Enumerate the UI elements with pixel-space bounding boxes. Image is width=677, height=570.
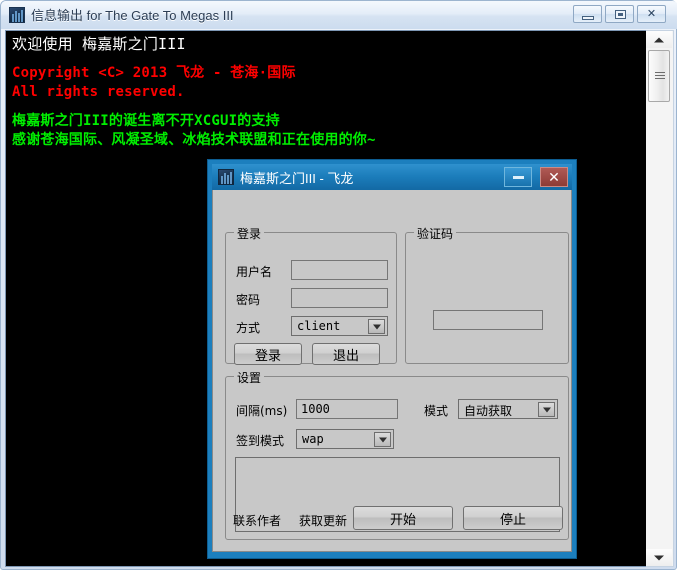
login-group-title: 登录 — [234, 225, 265, 242]
method-value: client — [297, 319, 341, 333]
console-line: Copyright <C> 2013 飞龙 - 苍海·国际 — [12, 65, 296, 81]
scroll-down-icon[interactable] — [646, 549, 672, 566]
app-tower-icon — [9, 7, 25, 23]
captcha-groupbox: 验证码 — [405, 225, 569, 364]
dialog-close-button[interactable]: ✕ — [540, 167, 568, 187]
username-label: 用户名 — [236, 265, 273, 279]
checkin-select[interactable]: wap — [296, 429, 394, 449]
console-line: 梅嘉斯之门III的诞生离不开XCGUI的支持 — [12, 113, 280, 129]
mode-value: 自动获取 — [464, 404, 513, 418]
maximize-icon — [615, 10, 626, 19]
exit-button-label: 退出 — [332, 348, 359, 364]
start-button-label: 开始 — [389, 512, 416, 528]
settings-group-title: 设置 — [234, 369, 265, 386]
console-scrollbar[interactable] — [646, 30, 674, 567]
close-icon: ✕ — [548, 168, 560, 185]
login-button[interactable]: 登录 — [234, 343, 302, 365]
checkin-label: 签到模式 — [236, 434, 285, 448]
get-update-link[interactable]: 获取更新 — [299, 512, 347, 529]
mode-select[interactable]: 自动获取 — [458, 399, 558, 419]
minimize-icon — [512, 175, 524, 179]
contact-author-link[interactable]: 联系作者 — [233, 512, 281, 529]
stop-button-label: 停止 — [499, 512, 526, 528]
chevron-down-icon[interactable] — [374, 432, 391, 447]
window-maximize-button[interactable] — [605, 5, 634, 23]
app-tower-icon — [218, 169, 234, 185]
close-icon: ✕ — [646, 7, 657, 20]
window-title: 信息输出 for The Gate To Megas III — [31, 8, 234, 23]
console-line: 感谢苍海国际、风凝圣域、冰焰技术联盟和正在使用的你~ — [12, 132, 376, 148]
console-line: 欢迎使用 梅嘉斯之门III — [12, 35, 186, 53]
exit-button[interactable]: 退出 — [312, 343, 380, 365]
window-minimize-button[interactable] — [573, 5, 602, 23]
mode-label: 模式 — [424, 404, 449, 418]
dialog-titlebar[interactable]: 梅嘉斯之门III - 飞龙 ✕ — [212, 164, 572, 190]
password-label: 密码 — [236, 293, 261, 307]
username-input[interactable] — [291, 260, 388, 280]
interval-label: 间隔(ms) — [236, 404, 288, 418]
method-label: 方式 — [236, 321, 261, 335]
dialog-body: 登录 用户名 密码 方式 client 登录 退出 验证码 设置 间隔(ms) … — [212, 190, 572, 552]
console-line: All rights reserved. — [12, 84, 185, 100]
minimize-icon — [582, 16, 594, 20]
chevron-down-icon[interactable] — [368, 319, 385, 334]
window-close-button[interactable]: ✕ — [637, 5, 666, 23]
login-groupbox: 登录 用户名 密码 方式 client 登录 退出 — [225, 225, 397, 365]
login-button-label: 登录 — [254, 348, 281, 364]
method-select[interactable]: client — [291, 316, 388, 336]
captcha-input[interactable] — [433, 310, 543, 330]
dialog-title: 梅嘉斯之门III - 飞龙 — [240, 171, 354, 186]
scroll-thumb[interactable] — [648, 50, 670, 102]
window-titlebar[interactable]: 信息输出 for The Gate To Megas III ✕ — [1, 1, 677, 29]
chevron-down-icon[interactable] — [538, 402, 555, 417]
login-dialog: 梅嘉斯之门III - 飞龙 ✕ 登录 用户名 密码 方式 client 登录 退… — [207, 159, 577, 559]
captcha-group-title: 验证码 — [414, 225, 457, 242]
scroll-up-icon[interactable] — [646, 31, 672, 48]
start-button[interactable]: 开始 — [353, 506, 453, 530]
stop-button[interactable]: 停止 — [463, 506, 563, 530]
checkin-value: wap — [302, 432, 324, 446]
dialog-minimize-button[interactable] — [504, 167, 532, 187]
password-input[interactable] — [291, 288, 388, 308]
interval-input[interactable] — [296, 399, 398, 419]
main-window: 信息输出 for The Gate To Megas III ✕ 欢迎使用 梅嘉… — [0, 0, 677, 570]
